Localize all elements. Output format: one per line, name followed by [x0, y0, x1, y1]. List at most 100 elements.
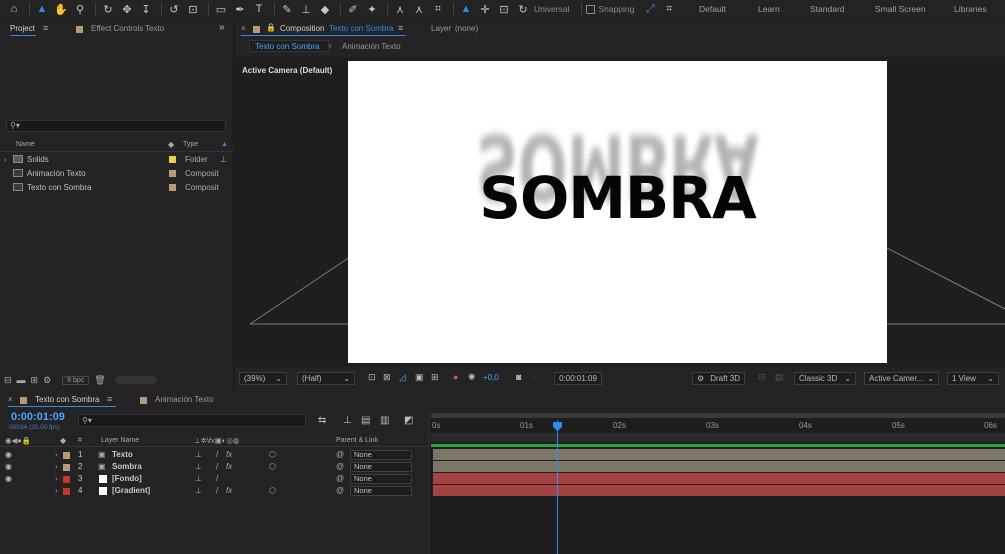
- label-swatch[interactable]: [63, 464, 70, 471]
- effects-icon[interactable]: fx: [226, 450, 232, 459]
- eye-icon[interactable]: ◉: [5, 462, 12, 471]
- quality-icon[interactable]: /: [216, 486, 218, 495]
- selection-icon[interactable]: ▲: [34, 1, 50, 17]
- label-swatch[interactable]: [63, 488, 70, 495]
- guides-icon[interactable]: ▣: [415, 372, 424, 383]
- snapshot-view-icon[interactable]: ⊞: [431, 372, 439, 383]
- parent-select[interactable]: None: [350, 474, 412, 484]
- anchor-icon[interactable]: ⊡: [185, 1, 201, 17]
- tab-project[interactable]: Project: [10, 24, 35, 33]
- view-layout-select[interactable]: 1 View ⌄: [947, 372, 999, 385]
- layer-name[interactable]: Texto: [112, 450, 133, 459]
- work-area-bar[interactable]: [431, 413, 1005, 418]
- channel-icon[interactable]: ●: [453, 372, 458, 382]
- timeline-menu-icon[interactable]: ≡: [107, 394, 112, 404]
- snap-options-icon[interactable]: ⌗: [661, 1, 677, 17]
- renderer-select[interactable]: Classic 3D ⌄: [794, 372, 856, 385]
- chevron-right-icon[interactable]: ›: [55, 462, 58, 471]
- bpc-button[interactable]: 8 bpc: [62, 375, 90, 385]
- shy-layers-icon[interactable]: ▤: [361, 415, 370, 426]
- project-settings-icon[interactable]: ⚙: [43, 375, 51, 386]
- tab-effect-controls[interactable]: Effect Controls: [91, 24, 143, 33]
- pickwhip-icon[interactable]: @: [336, 450, 344, 459]
- label-swatch[interactable]: [63, 476, 70, 483]
- eye-icon[interactable]: ◉: [5, 450, 12, 459]
- type-icon[interactable]: T: [251, 1, 267, 17]
- resolution-select[interactable]: (Half) ⌄: [297, 372, 355, 385]
- tab-composition[interactable]: Composition: [280, 24, 324, 33]
- pickwhip-icon[interactable]: @: [336, 486, 344, 495]
- list-item[interactable]: Texto con Sombra Composit: [0, 180, 233, 194]
- tab-timeline-texto-con-sombra[interactable]: Texto con Sombra: [35, 395, 99, 404]
- col-layer-name[interactable]: Layer Name: [101, 437, 139, 444]
- close-icon[interactable]: ×: [8, 395, 13, 404]
- label-swatch[interactable]: [169, 169, 176, 177]
- show-snapshot-icon[interactable]: ◌: [531, 372, 536, 382]
- table-row[interactable]: ◉ › 2 ▣ Sombra ⊥ / fx ⬡ @ None: [0, 461, 430, 473]
- transparency-grid-icon[interactable]: ⊠: [383, 372, 391, 383]
- table-row[interactable]: › 4 [Gradient] ⊥ / fx ⬡ @ None: [0, 485, 430, 497]
- layer-bar[interactable]: [433, 449, 1005, 460]
- clone-icon[interactable]: ⊥: [298, 1, 314, 17]
- home-icon[interactable]: ⌂: [6, 1, 22, 17]
- quality-icon[interactable]: /: [216, 474, 218, 483]
- new-composition-icon[interactable]: ⊞: [31, 375, 39, 386]
- project-search-input[interactable]: ⚲▾: [6, 120, 226, 132]
- shy-icon[interactable]: ⊥: [195, 474, 202, 483]
- shy-icon[interactable]: ⊥: [195, 486, 202, 495]
- composition-canvas[interactable]: SOMBRA SOMBRA: [348, 61, 887, 363]
- world-axis-icon[interactable]: ⋏: [411, 1, 427, 17]
- workspace-default[interactable]: Default: [699, 4, 726, 14]
- current-time-field[interactable]: 0:00:01:09: [554, 372, 602, 385]
- project-menu-icon[interactable]: ≡: [43, 23, 48, 33]
- pickwhip-icon[interactable]: @: [336, 462, 344, 471]
- eye-icon[interactable]: ◉: [5, 474, 12, 483]
- camera-select-icon[interactable]: ▲: [458, 1, 474, 17]
- pan-icon[interactable]: ✥: [119, 1, 135, 17]
- region-of-interest-icon[interactable]: ⊡: [368, 372, 376, 383]
- roto-icon[interactable]: ✐: [345, 1, 361, 17]
- camera-pan-icon[interactable]: ✛: [477, 1, 493, 17]
- time-navigator[interactable]: [431, 433, 1005, 442]
- eraser-icon[interactable]: ◆: [317, 1, 333, 17]
- chevron-right-icon[interactable]: ›: [55, 450, 58, 459]
- pickwhip-icon[interactable]: @: [336, 474, 344, 483]
- camera-frame-icon[interactable]: ⊡: [496, 1, 512, 17]
- camera-view-select[interactable]: Active Camer... ⌄: [864, 372, 939, 385]
- composition-viewer[interactable]: Active Camera (Default) SOMBRA SOMBRA: [235, 57, 1005, 367]
- extended-viewer-icon[interactable]: ▤: [775, 372, 784, 383]
- shy-icon[interactable]: ⊥: [195, 450, 202, 459]
- chevron-right-icon[interactable]: ›: [55, 486, 58, 495]
- 3d-ground-plane-icon[interactable]: ⊟: [758, 372, 766, 383]
- camera-snapshot-icon[interactable]: ◙: [516, 372, 521, 382]
- list-item[interactable]: › Solids Folder ⊥: [0, 152, 233, 166]
- sort-icon[interactable]: ▲: [221, 141, 228, 148]
- puppet-icon[interactable]: ✦: [364, 1, 380, 17]
- col-name[interactable]: Name: [16, 141, 35, 148]
- workspace-learn[interactable]: Learn: [758, 4, 780, 14]
- quality-icon[interactable]: /: [216, 462, 218, 471]
- hand-icon[interactable]: ✋: [53, 1, 69, 17]
- table-row[interactable]: ◉ › 3 [Fondo] ⊥ / @ None: [0, 473, 430, 485]
- dolly-icon[interactable]: ↧: [138, 1, 154, 17]
- parent-select[interactable]: None: [350, 450, 412, 460]
- new-folder-icon[interactable]: ▬: [17, 375, 26, 385]
- av-switches-icon[interactable]: ◉◀●🔒: [5, 436, 31, 445]
- zoom-icon[interactable]: ⚲: [72, 1, 88, 17]
- shy-icon[interactable]: ⊥: [195, 462, 202, 471]
- thumbnail-slider[interactable]: [114, 376, 157, 384]
- graph-editor-icon[interactable]: ◩: [404, 415, 413, 426]
- snapping-checkbox[interactable]: [586, 4, 596, 14]
- timeline-current-time[interactable]: 0:00:01:09: [11, 411, 65, 423]
- composition-mini-flowchart-icon[interactable]: ⇆: [318, 415, 326, 426]
- parent-select[interactable]: None: [350, 462, 412, 472]
- interpret-footage-icon[interactable]: ⊟: [4, 375, 12, 386]
- effects-icon[interactable]: fx: [226, 462, 232, 471]
- subtab-texto-con-sombra[interactable]: Texto con Sombra: [255, 42, 319, 51]
- composition-menu-icon[interactable]: ≡: [398, 23, 403, 33]
- timeline-search-input[interactable]: ⚲▾: [78, 414, 306, 427]
- table-row[interactable]: ◉ › 1 ▣ Texto ⊥ / fx ⬡ @ None: [0, 449, 430, 461]
- tab-layer[interactable]: Layer: [431, 24, 451, 33]
- brush-icon[interactable]: ✎: [279, 1, 295, 17]
- draft-3d-timeline-icon[interactable]: ⊥: [343, 415, 352, 426]
